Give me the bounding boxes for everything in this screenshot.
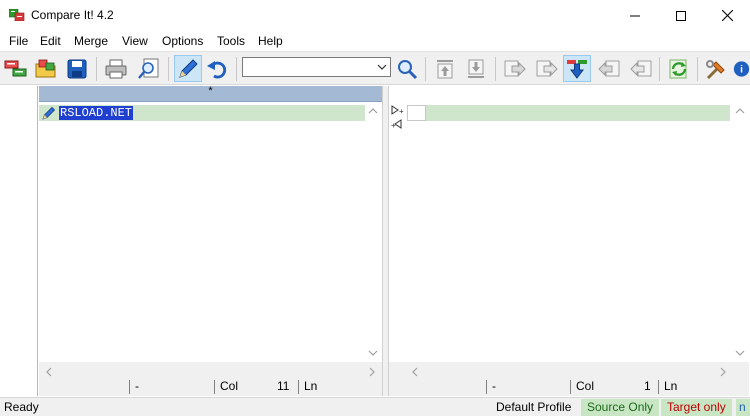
target-line-text: [407, 105, 426, 121]
close-button[interactable]: [704, 0, 750, 31]
status-divider: [570, 380, 571, 394]
status-divider: [658, 380, 659, 394]
open-folder-icon[interactable]: [32, 55, 60, 82]
edit-pencil-icon: [41, 105, 57, 124]
save-icon[interactable]: [63, 55, 91, 82]
source-diff-line[interactable]: RSLOAD.NET: [39, 105, 365, 121]
window-title: Compare It! 4.2: [31, 8, 114, 22]
target-pane-body[interactable]: + +: [389, 86, 749, 362]
copy-left-icon[interactable]: [595, 55, 623, 82]
last-change-icon[interactable]: [462, 55, 490, 82]
scroll-up-arrow-icon[interactable]: [735, 104, 745, 118]
tools-icon[interactable]: [702, 55, 730, 82]
source-horizontal-scrollbar[interactable]: [39, 362, 382, 379]
insert-marker-icon: + +: [391, 104, 405, 133]
source-pane-header: *: [39, 86, 382, 102]
find-document-icon[interactable]: [135, 55, 163, 82]
search-combobox[interactable]: [242, 57, 391, 77]
toolbar-separator: [236, 57, 237, 81]
new-compare-icon[interactable]: [2, 55, 30, 82]
pane-splitter[interactable]: [382, 86, 389, 396]
target-status-field: -: [492, 379, 496, 393]
refresh-icon[interactable]: [665, 55, 693, 82]
source-col-label: Col: [220, 379, 239, 393]
scroll-left-arrow-icon[interactable]: [411, 366, 419, 380]
status-divider: [486, 380, 487, 394]
copy-right-2-icon[interactable]: [533, 55, 561, 82]
menu-file[interactable]: File: [8, 34, 29, 48]
search-icon[interactable]: [393, 55, 421, 82]
next-change-icon[interactable]: [563, 55, 591, 82]
print-icon[interactable]: [102, 55, 130, 82]
chevron-down-icon[interactable]: [376, 61, 388, 76]
menu-merge[interactable]: Merge: [73, 34, 109, 48]
source-pane-body[interactable]: RSLOAD.NET: [39, 102, 382, 362]
source-ln-label: Ln: [304, 379, 318, 393]
status-divider: [129, 380, 130, 394]
scroll-down-arrow-icon[interactable]: [368, 346, 378, 360]
toolbar-separator: [495, 57, 496, 81]
menu-view[interactable]: View: [121, 34, 149, 48]
toolbar-separator: [425, 57, 426, 81]
svg-text:i: i: [740, 64, 743, 75]
first-change-icon[interactable]: [431, 55, 459, 82]
status-extra-badge: n: [736, 399, 750, 416]
target-col-label: Col: [576, 379, 595, 393]
menu-help[interactable]: Help: [257, 34, 284, 48]
svg-text:+: +: [391, 121, 396, 130]
source-status-field: -: [135, 379, 139, 393]
scroll-right-arrow-icon[interactable]: [719, 366, 727, 380]
title-bar: Compare It! 4.2: [0, 0, 750, 31]
source-line-text-selected: RSLOAD.NET: [59, 106, 134, 120]
status-divider: [298, 380, 299, 394]
menu-edit[interactable]: Edit: [39, 34, 62, 48]
toolbar-separator: [659, 57, 660, 81]
target-col-value: 1: [644, 379, 651, 393]
target-diff-line[interactable]: [407, 105, 730, 121]
source-col-value: 11: [277, 379, 290, 393]
maximize-button[interactable]: [658, 0, 704, 31]
edit-pencil-icon[interactable]: [174, 55, 202, 82]
source-only-badge: Source Only: [581, 399, 660, 416]
status-profile: Default Profile: [496, 400, 572, 414]
help-icon[interactable]: i: [733, 55, 750, 82]
line-gutter: [1, 86, 38, 396]
copy-right-icon[interactable]: [501, 55, 529, 82]
menu-tools[interactable]: Tools: [216, 34, 246, 48]
minimize-button[interactable]: [612, 0, 658, 31]
svg-text:+: +: [399, 107, 404, 116]
menu-options[interactable]: Options: [161, 34, 204, 48]
scroll-up-arrow-icon[interactable]: [368, 104, 378, 118]
toolbar-separator: [96, 57, 97, 81]
target-horizontal-scrollbar[interactable]: [389, 362, 749, 379]
toolbar-separator: [168, 57, 169, 81]
target-pane-status: - Col 1 Ln: [389, 379, 749, 396]
source-pane: * RSLOAD.NET - Col 11 Ln: [39, 86, 382, 396]
toolbar-separator: [697, 57, 698, 81]
copy-left-2-icon[interactable]: [627, 55, 655, 82]
status-ready: Ready: [4, 400, 39, 414]
scroll-left-arrow-icon[interactable]: [45, 366, 53, 380]
scroll-down-arrow-icon[interactable]: [735, 346, 745, 360]
scroll-right-arrow-icon[interactable]: [368, 366, 376, 380]
undo-icon[interactable]: [204, 55, 232, 82]
app-icon: [8, 8, 25, 22]
status-divider: [214, 380, 215, 394]
target-only-badge: Target only: [661, 399, 732, 416]
target-pane: + + - Col 1 Ln: [389, 86, 749, 396]
status-bar: Ready Default Profile Source Only Target…: [0, 397, 750, 416]
source-line-text: RSLOAD.NET: [59, 106, 134, 120]
target-ln-label: Ln: [664, 379, 678, 393]
menu-bar: File Edit Merge View Options Tools Help: [0, 31, 750, 51]
source-pane-status: - Col 11 Ln: [39, 379, 382, 396]
